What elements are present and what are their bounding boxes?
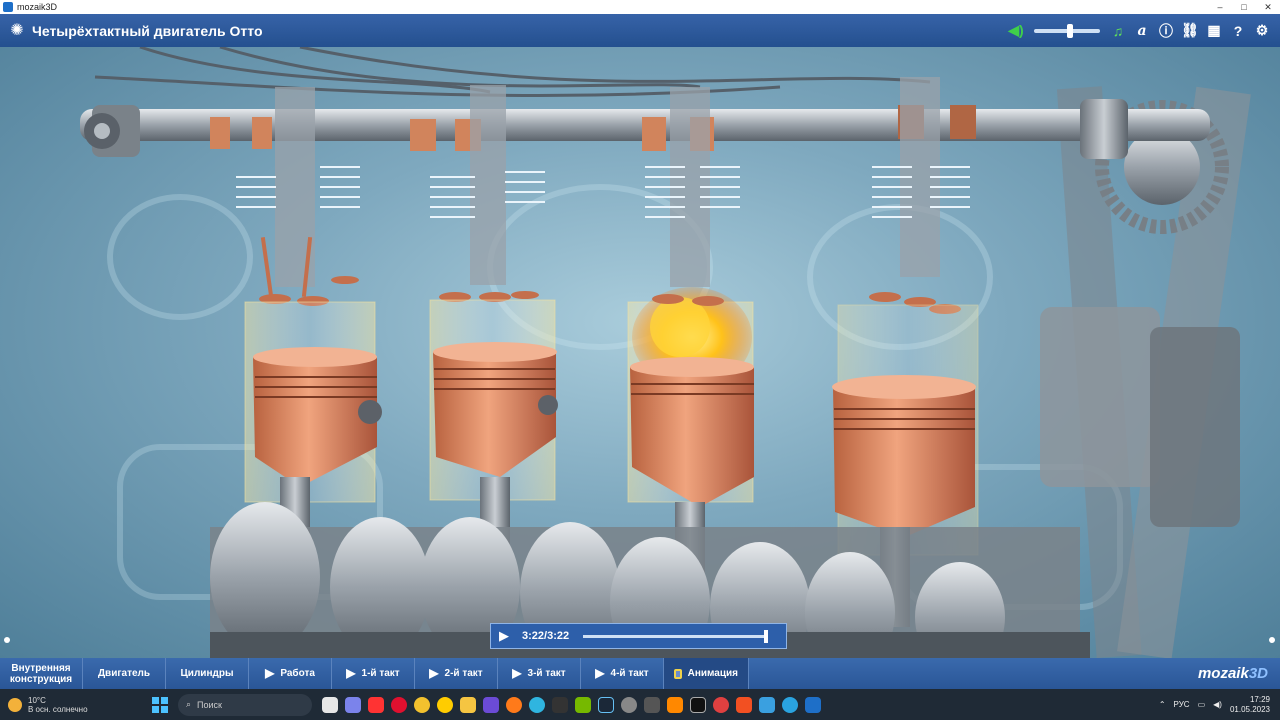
windows-taskbar: 10°C В осн. солнечно ⌕ Поиск ⌃ РУС ▭ ◀) …: [0, 689, 1280, 720]
play-icon: ▶: [346, 666, 356, 680]
firefox-icon[interactable]: [506, 696, 522, 713]
yandex-icon[interactable]: [368, 696, 384, 713]
playback-progress-bar[interactable]: [583, 629, 769, 643]
red-app-icon[interactable]: [713, 696, 729, 713]
brand-suffix: 3D: [1248, 665, 1268, 682]
nav-animation[interactable]: Анимация: [664, 658, 749, 689]
app-header: ✺ Четырёхтактный двигатель Отто ◀) ♫ a ⓘ…: [0, 14, 1280, 47]
nav-label: Цилиндры: [180, 668, 234, 679]
volume-slider[interactable]: [1034, 23, 1100, 38]
settings-icon[interactable]: [621, 696, 637, 713]
play-icon: ▶: [512, 666, 522, 680]
language-indicator[interactable]: РУС: [1174, 700, 1190, 709]
media-icon[interactable]: [736, 696, 752, 713]
tv-icon: [674, 668, 682, 679]
mozaik-taskbar-icon[interactable]: [805, 696, 821, 713]
windows-start-icon[interactable]: [152, 696, 168, 713]
loading-spinner-icon: ✺: [10, 21, 24, 39]
link-icon[interactable]: ⛓: [1178, 22, 1202, 39]
volume-slider-knob[interactable]: [1067, 23, 1073, 38]
sun-icon: [8, 697, 22, 712]
volume-icon[interactable]: ◀): [1213, 700, 1222, 709]
nav-label: Внутренняя конструкция: [9, 662, 73, 685]
engine-3d-viewport[interactable]: [0, 47, 1280, 658]
nav-stroke-1[interactable]: ▶ 1-й такт: [332, 658, 415, 689]
play-icon: ▶: [595, 666, 605, 680]
search-input[interactable]: ⌕ Поиск: [178, 693, 312, 716]
weather-temp: 10°C: [28, 695, 46, 705]
steam-icon[interactable]: [598, 696, 614, 713]
nav-label: Анимация: [687, 668, 738, 679]
playback-progress-thumb[interactable]: [764, 629, 769, 643]
nav-operation[interactable]: ▶ Работа: [249, 658, 332, 689]
telegram-icon[interactable]: [782, 696, 798, 713]
app-icon[interactable]: [690, 696, 706, 713]
window-title: mozaik3D: [17, 2, 58, 12]
search-icon: ⌕: [186, 699, 192, 709]
weather-desc: В осн. солнечно: [28, 704, 88, 714]
clock[interactable]: 17:29 01.05.2023: [1230, 695, 1270, 715]
app-icon: [3, 2, 13, 12]
window-titlebar: mozaik3D – □ ✕: [0, 0, 1280, 14]
nav-label: 1-й такт: [361, 668, 400, 679]
nav-internal-structure[interactable]: Внутренняя конструкция: [0, 658, 83, 689]
chat-icon[interactable]: [345, 696, 361, 713]
task-view-icon[interactable]: [322, 696, 338, 713]
font-icon[interactable]: a: [1130, 23, 1154, 39]
video-icon[interactable]: [483, 696, 499, 713]
brand-name: mozaik: [1197, 665, 1249, 682]
nav-label: 3-й такт: [527, 668, 566, 679]
nav-label: 4-й такт: [610, 668, 649, 679]
chrome-icon[interactable]: [414, 696, 430, 713]
nav-label: Работа: [280, 668, 315, 679]
epic-games-icon[interactable]: [552, 696, 568, 713]
music-note-icon[interactable]: ♫: [1106, 23, 1130, 39]
nvidia-icon[interactable]: [575, 696, 591, 713]
minimize-button[interactable]: –: [1208, 2, 1232, 13]
info-icon[interactable]: ⓘ: [1154, 21, 1178, 41]
clock-time: 17:29: [1249, 694, 1270, 704]
play-icon: ▶: [265, 666, 275, 680]
maximize-button[interactable]: □: [1232, 2, 1256, 13]
weather-widget[interactable]: 10°C В осн. солнечно: [8, 696, 128, 714]
nav-stroke-3[interactable]: ▶ 3-й такт: [498, 658, 581, 689]
vlc-icon[interactable]: [667, 696, 683, 713]
close-button[interactable]: ✕: [1256, 2, 1280, 13]
animation-player: ▶ 3:22/3:22: [490, 623, 787, 649]
notes-icon[interactable]: [759, 696, 775, 713]
taskbar-apps: [322, 696, 821, 713]
network-icon[interactable]: ▭: [1198, 700, 1206, 709]
nav-stroke-4[interactable]: ▶ 4-й такт: [581, 658, 664, 689]
engine-scene: [80, 47, 1251, 658]
gear-icon[interactable]: ⚙: [1250, 22, 1274, 39]
help-icon[interactable]: ?: [1226, 23, 1250, 39]
right-edge-indicator: [1269, 637, 1275, 643]
nav-engine[interactable]: Двигатель: [83, 658, 166, 689]
brand-logo: mozaik3D: [1198, 665, 1268, 682]
clock-date: 01.05.2023: [1229, 704, 1270, 714]
system-tray: ⌃ РУС ▭ ◀) 17:29 01.05.2023: [1159, 695, 1270, 715]
nav-stroke-2[interactable]: ▶ 2-й такт: [415, 658, 498, 689]
nav-label: 2-й такт: [444, 668, 483, 679]
page-title: Четырёхтактный двигатель Отто: [32, 22, 263, 39]
camera-icon[interactable]: [644, 696, 660, 713]
bottom-navigation: Внутренняя конструкция Двигатель Цилиндр…: [0, 658, 1280, 689]
left-edge-indicator: [4, 637, 10, 643]
nav-cylinders[interactable]: Цилиндры: [166, 658, 249, 689]
file-explorer-icon[interactable]: [460, 696, 476, 713]
play-icon: ▶: [429, 666, 439, 680]
yandex-browser-icon[interactable]: [437, 696, 453, 713]
speaker-icon[interactable]: ◀): [1004, 22, 1028, 39]
play-icon[interactable]: ▶: [499, 628, 519, 644]
grid-icon[interactable]: ▦: [1202, 22, 1226, 39]
opera-icon[interactable]: [391, 696, 407, 713]
playback-time: 3:22/3:22: [522, 630, 570, 642]
edge-icon[interactable]: [529, 696, 545, 713]
search-placeholder: Поиск: [197, 699, 222, 710]
nav-label: Двигатель: [97, 668, 151, 679]
chevron-up-icon[interactable]: ⌃: [1159, 700, 1166, 709]
